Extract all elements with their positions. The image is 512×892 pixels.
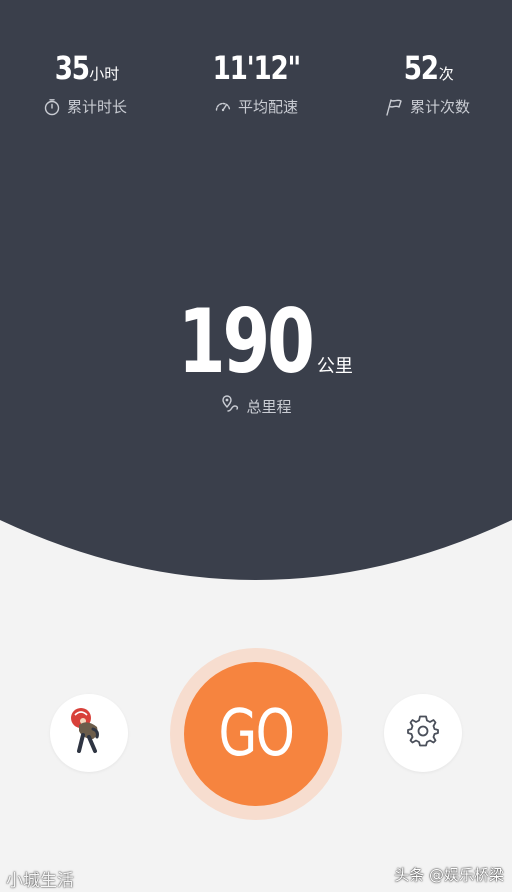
stat-duration: 35 小时 累计时长 bbox=[0, 40, 170, 117]
gear-icon bbox=[406, 714, 440, 752]
stat-duration-unit: 小时 bbox=[89, 65, 120, 83]
stat-count: 52 次 累计次数 bbox=[342, 40, 512, 117]
watermark-left: 小城生活 bbox=[6, 871, 74, 891]
total-distance: 190 公里 总里程 bbox=[0, 286, 512, 418]
go-button-inner[interactable]: GO bbox=[184, 662, 328, 806]
watermark-right: 头条 @娱乐桥梁 bbox=[394, 866, 504, 884]
stat-count-value: 52 bbox=[403, 49, 439, 87]
stats-row: 35 小时 累计时长 11'12" 平均配速 52 次 累计次数 bbox=[0, 40, 512, 130]
total-distance-unit: 公里 bbox=[316, 356, 353, 377]
stat-duration-label: 累计时长 bbox=[66, 98, 127, 116]
stat-pace-value: 11'12" bbox=[212, 49, 301, 87]
go-button-label: GO bbox=[218, 697, 295, 771]
go-button[interactable]: GO bbox=[170, 648, 342, 820]
stat-pace: 11'12" 平均配速 bbox=[171, 40, 341, 117]
stopwatch-icon bbox=[43, 98, 61, 116]
settings-button[interactable] bbox=[384, 694, 462, 772]
runner-avatar-button[interactable] bbox=[50, 694, 128, 772]
runner-avatar-icon bbox=[67, 705, 111, 761]
flag-icon bbox=[384, 98, 404, 116]
total-distance-label: 总里程 bbox=[246, 397, 292, 416]
stat-pace-label: 平均配速 bbox=[237, 98, 298, 116]
stat-count-label: 累计次数 bbox=[409, 98, 470, 116]
speedometer-icon bbox=[214, 98, 232, 116]
stat-duration-value: 35 bbox=[54, 49, 89, 87]
route-pin-icon bbox=[220, 394, 240, 418]
stat-count-unit: 次 bbox=[438, 65, 454, 83]
total-distance-value: 190 bbox=[178, 290, 315, 393]
